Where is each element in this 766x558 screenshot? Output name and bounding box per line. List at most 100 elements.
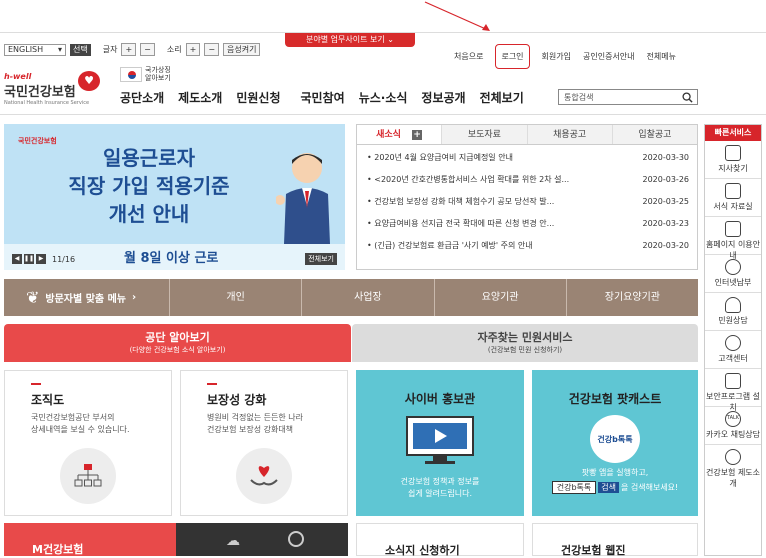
banner-view-all-button[interactable]: 전체보기 xyxy=(305,253,337,265)
search-input[interactable]: 통합검색 xyxy=(558,89,698,105)
cloud-icon: ☁ xyxy=(226,533,240,549)
banner-controls: ◀ ❚❚ ▶ 11/16 xyxy=(12,254,75,264)
nav-item-disclosure[interactable]: 정보공개 xyxy=(421,89,465,106)
quick-forms[interactable]: 서식 자료실 xyxy=(705,179,761,217)
nav-item-about[interactable]: 공단소개 xyxy=(120,89,164,106)
quick-call-center[interactable]: 고객센터 xyxy=(705,331,761,369)
chevron-right-icon: › xyxy=(131,292,137,303)
quick-security-program[interactable]: 보안프로그램 설치 xyxy=(705,369,761,412)
document-icon xyxy=(725,183,741,199)
visitor-menu-individual[interactable]: 개인 xyxy=(169,279,301,316)
tab-news[interactable]: 새소식 + xyxy=(357,125,442,144)
card-podcast[interactable]: 건강보험 팟캐스트 건강b톡톡 팟빵 앱을 실행하고, 건강b톡톡 검색 을 검… xyxy=(532,370,698,516)
card-image-dark[interactable]: ☁ xyxy=(176,523,348,556)
quick-branch-finder[interactable]: 지사찾기 xyxy=(705,141,761,179)
tab-frequent-services[interactable]: 자주찾는 민원서비스 (건강보험 민원 신청하기) xyxy=(352,324,698,362)
quick-service-title: 빠른서비스 xyxy=(705,125,761,141)
nav-item-system[interactable]: 제도소개 xyxy=(178,89,222,106)
utility-right: 처음으로 로그인 회원가입 공인인증서안내 전체메뉴 xyxy=(454,44,676,69)
site-notice-button[interactable]: 분야별 업무사이트 보기 ⌄ xyxy=(285,32,415,47)
visitor-menu-longterm[interactable]: 장기요양기관 xyxy=(565,279,698,316)
podcast-search-button: 검색 xyxy=(598,482,619,493)
heart-logo-icon: ♥ xyxy=(78,71,100,91)
sound-minus-button[interactable]: − xyxy=(204,43,220,56)
nav-item-news[interactable]: 뉴스·소식 xyxy=(359,89,408,106)
tab-press[interactable]: 보도자료 xyxy=(441,125,527,144)
phone-icon xyxy=(725,335,741,351)
national-symbol-link[interactable]: 국가상징 알아보기 xyxy=(120,66,177,82)
card-cyber-pr[interactable]: 사이버 홍보관 건강보험 정책과 정보를 쉽게 알려드립니다. xyxy=(356,370,524,516)
all-menu-link[interactable]: 전체메뉴 xyxy=(647,51,676,62)
nav-item-application[interactable]: 민원신청 xyxy=(236,89,280,106)
home-link[interactable]: 처음으로 xyxy=(454,51,483,62)
card-webzine[interactable]: 건강보험 웹진 xyxy=(532,523,698,557)
quick-service-panel: 빠른서비스 지사찾기 서식 자료실 홈페이지 이용안내 인터넷납부 민원상담 고… xyxy=(704,124,762,556)
header-divider xyxy=(0,114,766,115)
utility-left: ENGLISH ▾ 선택 글자 + − 소리 + − 음성켜기 xyxy=(4,43,261,56)
visitor-menu: ❦ 방문자별 맞춤 메뉴 › 개인 사업장 요양기관 장기요양기관 xyxy=(4,279,698,316)
quick-consultation[interactable]: 민원상담 xyxy=(705,293,761,331)
annotation-arrow xyxy=(424,1,490,31)
org-chart-icon xyxy=(60,448,116,504)
card-newsletter[interactable]: 소식지 신청하기 xyxy=(356,523,524,557)
list-item[interactable]: • 2020년 4월 요양급여비 지급예정일 안내 2020-03-30 xyxy=(357,147,697,169)
more-plus-icon[interactable]: + xyxy=(412,130,423,140)
quick-site-guide[interactable]: 홈페이지 이용안내 xyxy=(705,217,761,260)
banner-title-line3: 개선 안내 xyxy=(108,202,190,226)
quick-system-intro[interactable]: 건강보험 제도소개 xyxy=(705,445,761,488)
tab-about-nhis[interactable]: 공단 알아보기 (다양한 건강보험 소식 알아보기) xyxy=(4,324,351,362)
language-select-button[interactable]: 선택 xyxy=(70,43,91,56)
text-size-minus-button[interactable]: − xyxy=(140,43,155,56)
plant-icon: ❦ xyxy=(26,288,40,307)
language-select[interactable]: ENGLISH ▾ xyxy=(4,43,66,56)
visitor-menu-title: ❦ 방문자별 맞춤 메뉴 › xyxy=(26,288,137,307)
pause-icon[interactable]: ❚❚ xyxy=(24,254,34,264)
logo-subtitle: National Health Insurance Service xyxy=(4,100,90,106)
chevron-down-icon: ▾ xyxy=(57,45,62,54)
search-icon[interactable] xyxy=(682,92,693,103)
sound-label: 소리 xyxy=(166,45,182,54)
prev-icon[interactable]: ◀ xyxy=(12,254,22,264)
heart-hands-icon xyxy=(236,448,292,504)
main-navigation: 공단소개 제도소개 민원신청 국민참여 뉴스·소식 정보공개 전체보기 xyxy=(120,89,538,106)
list-item[interactable]: • 요양급여비용 선지급 전국 확대에 따른 신청 변경 안... 2020-03… xyxy=(357,213,697,235)
visitor-menu-medical[interactable]: 요양기관 xyxy=(433,279,566,316)
text-size-plus-button[interactable]: + xyxy=(121,43,137,56)
top-divider xyxy=(0,32,766,33)
card-m-health[interactable]: M건강보험 xyxy=(4,523,176,556)
banner-title-line1: 일용근로자 xyxy=(103,146,195,170)
quick-kakao-chat[interactable]: TALK 카카오 채팅상담 xyxy=(705,407,761,445)
login-link[interactable]: 로그인 xyxy=(495,44,530,69)
monitor-icon xyxy=(406,416,474,464)
worker-illustration xyxy=(276,153,330,244)
list-item[interactable]: • (긴급) 건강보험료 환급금 '사기 예방' 주의 안내 2020-03-20 xyxy=(357,235,697,257)
heart-icon xyxy=(725,449,741,465)
list-item[interactable]: • 건강보험 보장성 강화 대책 체험수기 공모 당선작 발... 2020-03… xyxy=(357,191,697,213)
certificate-guide-link[interactable]: 공인인증서안내 xyxy=(583,51,635,62)
shield-icon xyxy=(725,373,741,389)
guide-icon xyxy=(725,221,741,237)
card-coverage[interactable]: 보장성 강화 병원비 걱정없는 든든한 나라 건강보험 보장성 강화대책 xyxy=(180,370,348,516)
payment-icon xyxy=(725,259,741,275)
signup-link[interactable]: 회원가입 xyxy=(542,51,571,62)
tab-recruit[interactable]: 채용공고 xyxy=(526,125,612,144)
card-org-chart[interactable]: 조직도 국민건강보험공단 부서의 상세내역을 보실 수 있습니다. xyxy=(4,370,172,516)
site-logo[interactable]: h-well 국민건강보험 National Health Insurance … xyxy=(4,72,89,106)
main-banner[interactable]: 국민건강보험 일용근로자 직장 가입 적용기준 개선 안내 ◀ ❚❚ ▶ 11/… xyxy=(4,124,345,270)
sound-plus-button[interactable]: + xyxy=(185,43,201,56)
voice-toggle-button[interactable]: 음성켜기 xyxy=(223,43,261,56)
building-icon xyxy=(725,145,741,161)
banner-page-counter: 11/16 xyxy=(52,254,76,264)
headset-icon xyxy=(725,297,741,313)
tab-bid[interactable]: 입찰공고 xyxy=(611,125,697,144)
visitor-menu-business[interactable]: 사업장 xyxy=(301,279,433,316)
podcast-search-pill: 건강b톡톡 xyxy=(551,481,597,494)
location-icon xyxy=(288,531,304,547)
list-item[interactable]: • <2020년 간호간병통합서비스 사업 확대를 위한 2차 설... 2020… xyxy=(357,169,697,191)
news-panel: 새소식 + 보도자료 채용공고 입찰공고 • 2020년 4월 요양급여비 지급… xyxy=(356,124,698,270)
news-tabs: 새소식 + 보도자료 채용공고 입찰공고 xyxy=(357,125,697,145)
logo-name: 국민건강보험 xyxy=(4,85,76,100)
next-icon[interactable]: ▶ xyxy=(36,254,46,264)
nav-item-participation[interactable]: 국민참여 xyxy=(301,89,345,106)
nav-item-view-all[interactable]: 전체보기 xyxy=(480,89,524,106)
